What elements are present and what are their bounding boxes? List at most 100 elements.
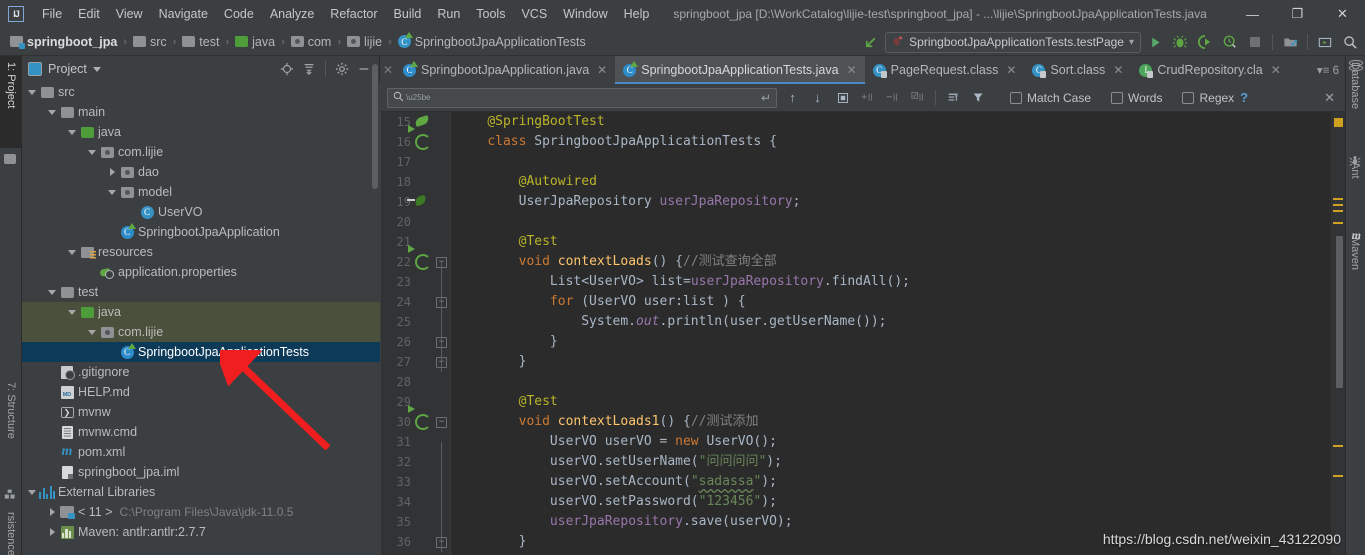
select-occurrences-icon[interactable] — [908, 88, 927, 107]
code-line[interactable]: 25 System.out.println(user.getUserName()… — [381, 312, 1345, 332]
menu-item-run[interactable]: Run — [429, 4, 468, 24]
editor-marker-bar[interactable] — [1331, 112, 1345, 555]
marker-line-3[interactable] — [1333, 210, 1343, 212]
menu-item-analyze[interactable]: Analyze — [262, 4, 322, 24]
run-toolbar[interactable]: SpringbootJpaApplicationTests.testPage ▾ — [860, 28, 1361, 56]
find-next-button[interactable]: ↓ — [808, 88, 827, 107]
collapse-all-icon[interactable] — [300, 60, 318, 78]
editor-scrollbar-thumb[interactable] — [1335, 236, 1343, 388]
marker-line-4[interactable] — [1333, 222, 1343, 224]
menu-item-help[interactable]: Help — [616, 4, 658, 24]
code-line[interactable]: 15 @SpringBootTest — [381, 112, 1345, 132]
tree-node[interactable]: resources — [22, 242, 380, 262]
breadcrumb-item-springboot_jpa[interactable]: springboot_jpa — [8, 35, 119, 49]
tool-window-project[interactable]: 1: Project — [0, 56, 22, 148]
code-line[interactable]: 33 userVO.setAccount("sadassa"); — [381, 472, 1345, 492]
filter-icon[interactable] — [969, 88, 988, 107]
back-arrow-icon[interactable] — [860, 31, 882, 53]
breadcrumb-item-springbootjpaapplicationtests[interactable]: C SpringbootJpaApplicationTests — [396, 32, 588, 49]
run-configuration-selector[interactable]: SpringbootJpaApplicationTests.testPage ▾ — [885, 31, 1141, 53]
words-checkbox[interactable]: Words — [1111, 91, 1162, 105]
breadcrumb-item-com[interactable]: com — [289, 35, 334, 49]
tree-node[interactable]: test — [22, 282, 380, 302]
code-line[interactable]: 27− } — [381, 352, 1345, 372]
tree-node[interactable]: MD HELP.md — [22, 382, 380, 402]
minimize-button[interactable]: — — [1230, 0, 1275, 28]
tree-node[interactable]: com.lijie — [22, 322, 380, 342]
chevron-down-icon[interactable] — [106, 182, 118, 202]
menu-item-build[interactable]: Build — [386, 4, 430, 24]
code-content[interactable]: 15 @SpringBootTest 16 class SpringbootJpa… — [381, 112, 1345, 555]
fold-marker[interactable]: − — [436, 417, 447, 428]
chevron-down-icon[interactable] — [66, 122, 78, 142]
chevron-down-icon[interactable]: ▾ — [1129, 37, 1134, 48]
chevron-down-icon[interactable] — [46, 102, 58, 122]
debug-button[interactable] — [1169, 31, 1191, 53]
run-button[interactable] — [1144, 31, 1166, 53]
search-everywhere-icon[interactable] — [1339, 31, 1361, 53]
chevron-down-icon[interactable] — [66, 302, 78, 322]
code-line[interactable]: 32 userVO.setUserName("问问问问"); — [381, 452, 1345, 472]
spring-bean-leaf-icon[interactable] — [415, 114, 431, 130]
regex-checkbox[interactable]: Regex — [1182, 91, 1234, 105]
marker-line-2[interactable] — [1333, 204, 1343, 206]
tree-node[interactable]: External Libraries — [22, 482, 380, 502]
window-controls[interactable]: — ❐ ✕ — [1230, 0, 1365, 28]
words-box[interactable] — [1111, 91, 1124, 104]
spring-autowired-icon[interactable] — [415, 194, 431, 210]
breadcrumb-item-lijie[interactable]: lijie — [345, 35, 384, 49]
run-test-icon[interactable] — [415, 414, 431, 430]
editor-tab-crudrepository-cla[interactable]: I CrudRepository.cla ✕ — [1131, 56, 1288, 84]
tree-node[interactable]: java — [22, 122, 380, 142]
code-line[interactable]: 28 — [381, 372, 1345, 392]
tool-window-structure[interactable]: 7: Structure — [0, 376, 22, 486]
code-line[interactable]: 26− } — [381, 332, 1345, 352]
run-test-icon[interactable] — [415, 134, 431, 150]
tree-node[interactable]: m pom.xml — [22, 442, 380, 462]
marker-warning[interactable] — [1334, 118, 1343, 127]
search-history-caret-icon[interactable]: \u25be — [406, 93, 430, 102]
chevron-down-icon[interactable] — [92, 66, 101, 72]
code-line[interactable]: 18 @Autowired — [381, 172, 1345, 192]
search-text-field[interactable] — [434, 90, 765, 105]
run-test-icon[interactable] — [415, 254, 431, 270]
filter-lines-icon[interactable] — [944, 88, 963, 107]
code-line[interactable]: 34 userVO.setPassword("123456"); — [381, 492, 1345, 512]
chevron-down-icon[interactable] — [26, 82, 38, 102]
code-line[interactable]: 35 userJpaRepository.save(userVO); — [381, 512, 1345, 532]
tree-node[interactable]: < 11 > C:\Program Files\Java\jdk-11.0.5 — [22, 502, 380, 522]
editor-tab-bar[interactable]: C SpringbootJpaApplication.java ✕ C Springbo… — [381, 56, 1345, 84]
close-tab-icon[interactable]: ✕ — [847, 63, 857, 77]
close-tab-icon[interactable]: ✕ — [1006, 63, 1016, 77]
editor-tab-sort-class[interactable]: C Sort.class ✕ — [1024, 56, 1131, 84]
maximize-button[interactable]: ❐ — [1275, 0, 1320, 28]
menu-item-vcs[interactable]: VCS — [513, 4, 555, 24]
tree-node-selected[interactable]: C SpringbootJpaApplicationTests — [22, 342, 380, 362]
code-line[interactable]: 31 UserVO userVO = new UserVO(); — [381, 432, 1345, 452]
tree-node[interactable]: dao — [22, 162, 380, 182]
chevron-right-icon[interactable] — [46, 502, 58, 522]
regex-box[interactable] — [1182, 91, 1195, 104]
chevron-right-icon[interactable] — [106, 162, 118, 182]
tree-node[interactable]: .gitignore — [22, 362, 380, 382]
menu-item-view[interactable]: View — [108, 4, 151, 24]
menu-item-code[interactable]: Code — [216, 4, 262, 24]
tree-node[interactable]: application.properties — [22, 262, 380, 282]
view-icon[interactable] — [1314, 31, 1336, 53]
select-all-occurrences-button[interactable] — [833, 88, 852, 107]
code-line[interactable]: 29 @Test — [381, 392, 1345, 412]
editor-tab-springbootjpaapplicationtests-java[interactable]: C SpringbootJpaApplicationTests.java ✕ — [615, 56, 866, 84]
close-find-bar-button[interactable]: ✕ — [1324, 90, 1339, 106]
breadcrumb-item-test[interactable]: test — [180, 35, 221, 49]
tree-node[interactable]: C UserVO — [22, 202, 380, 222]
chevron-down-icon[interactable] — [46, 282, 58, 302]
search-enter-icon[interactable]: ↵ — [761, 91, 771, 105]
project-tree[interactable]: src main java com.lijie dao model C UserVO C Spri… — [22, 82, 380, 555]
chevron-down-icon[interactable] — [86, 142, 98, 162]
editor-tab-overflow[interactable]: ▾≡ 6 — [1311, 56, 1345, 84]
hide-panel-icon[interactable] — [355, 60, 373, 78]
chevron-down-icon[interactable] — [66, 242, 78, 262]
breadcrumb[interactable]: springboot_jpa › src › test › java › com › lijie › C… — [0, 32, 588, 49]
tree-node[interactable]: src — [22, 82, 380, 102]
menu-item-file[interactable]: File — [34, 4, 70, 24]
